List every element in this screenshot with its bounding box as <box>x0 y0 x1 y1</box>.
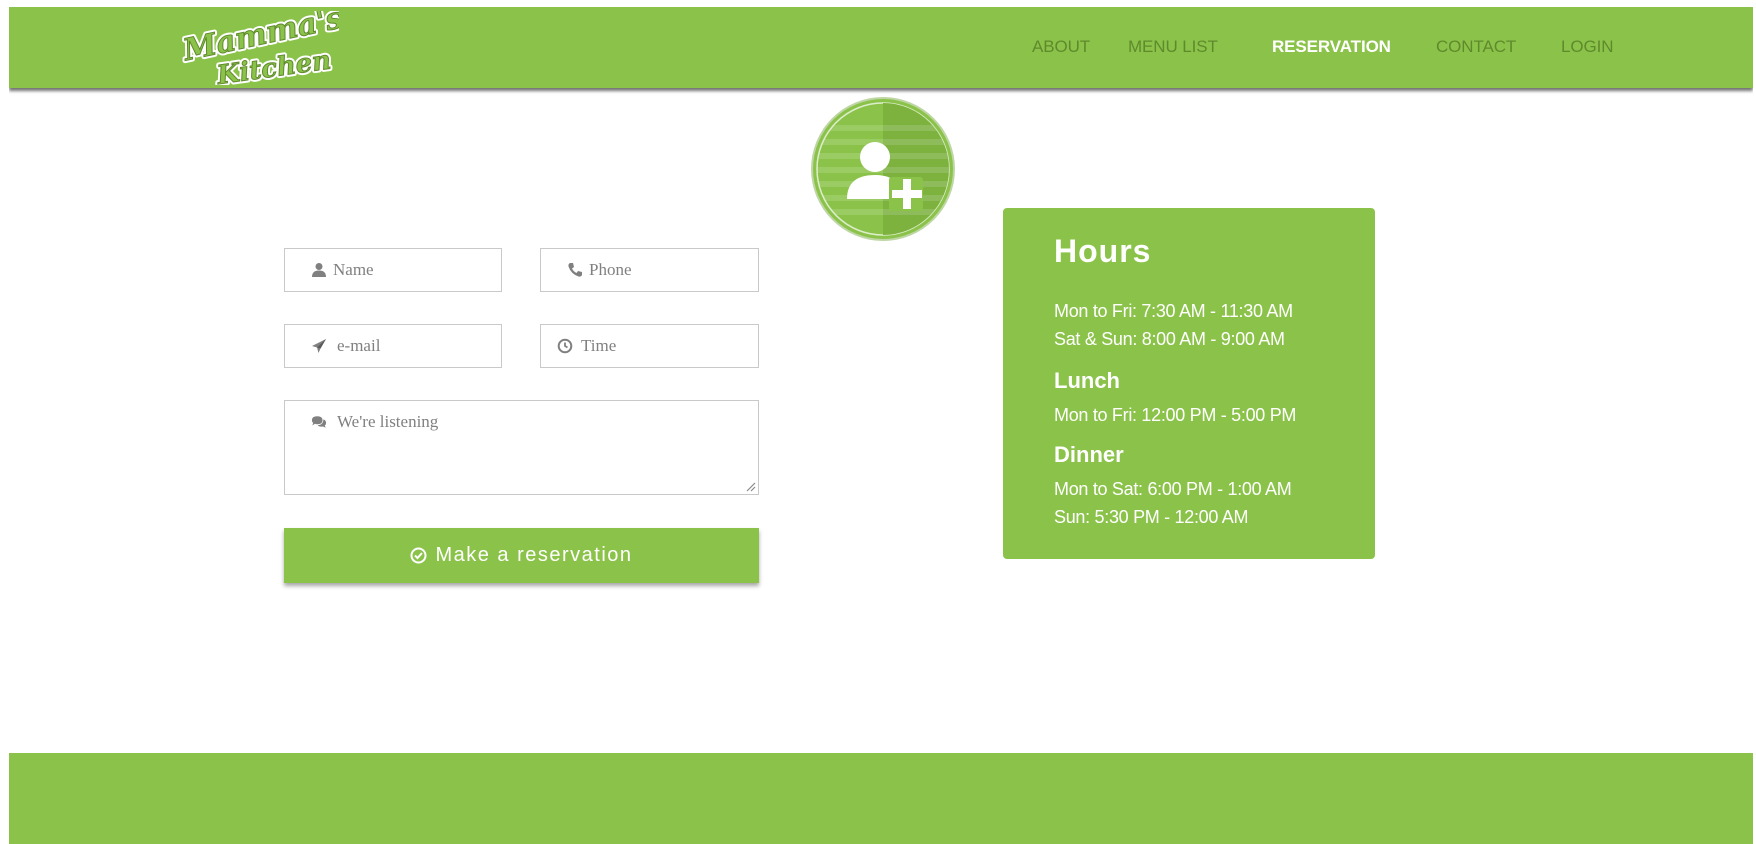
hours-title: Hours <box>1054 233 1152 269</box>
dinner-heading: Dinner <box>1054 442 1124 467</box>
message-placeholder: We're listening <box>337 412 439 431</box>
nav-reservation[interactable]: RESERVATION <box>1272 37 1391 57</box>
hours-dinner-mon-sat: Mon to Sat: 6:00 PM - 1:00 AM <box>1054 479 1292 499</box>
time-placeholder: Time <box>581 336 617 355</box>
page-frame: Mamma's Kitchen Mamma's Kitchen ABOUT ME… <box>9 7 1753 844</box>
paper-plane-icon <box>312 339 326 353</box>
name-field[interactable]: Name <box>284 248 502 292</box>
resize-handle-icon[interactable] <box>745 481 756 492</box>
hours-card: Hours Mon to Fri: 7:30 AM - 11:30 AM Sat… <box>1003 208 1375 559</box>
phone-placeholder: Phone <box>589 260 632 279</box>
mammas-kitchen-logo[interactable]: Mamma's Kitchen Mamma's Kitchen <box>179 11 339 85</box>
lunch-heading: Lunch <box>1054 368 1120 393</box>
make-reservation-label: Make a reservation <box>435 544 633 566</box>
nav-login[interactable]: LOGIN <box>1561 37 1614 57</box>
hours-breakfast-weekend: Sat & Sun: 8:00 AM - 9:00 AM <box>1054 329 1285 349</box>
add-user-icon <box>811 97 955 241</box>
navbar: Mamma's Kitchen Mamma's Kitchen ABOUT ME… <box>9 7 1753 88</box>
hours-breakfast-weekday: Mon to Fri: 7:30 AM - 11:30 AM <box>1054 301 1293 321</box>
phone-field[interactable]: Phone <box>540 248 759 292</box>
comments-icon <box>311 416 327 428</box>
check-circle-icon <box>410 547 427 564</box>
nav-about[interactable]: ABOUT <box>1032 37 1090 57</box>
clock-icon <box>557 338 573 354</box>
time-field[interactable]: Time <box>540 324 759 368</box>
phone-icon <box>568 263 582 277</box>
email-placeholder: e-mail <box>337 336 381 355</box>
email-field[interactable]: e-mail <box>284 324 502 368</box>
hours-dinner-sun: Sun: 5:30 PM - 12:00 AM <box>1054 507 1249 527</box>
message-textarea[interactable]: We're listening <box>284 400 759 495</box>
make-reservation-button[interactable]: Make a reservation <box>284 528 759 583</box>
nav-menu-list[interactable]: MENU LIST <box>1128 37 1218 57</box>
footer <box>9 753 1753 844</box>
nav-contact[interactable]: CONTACT <box>1436 37 1516 57</box>
hours-lunch-weekday: Mon to Fri: 12:00 PM - 5:00 PM <box>1054 405 1297 425</box>
user-icon <box>312 263 326 277</box>
name-placeholder: Name <box>333 260 374 279</box>
